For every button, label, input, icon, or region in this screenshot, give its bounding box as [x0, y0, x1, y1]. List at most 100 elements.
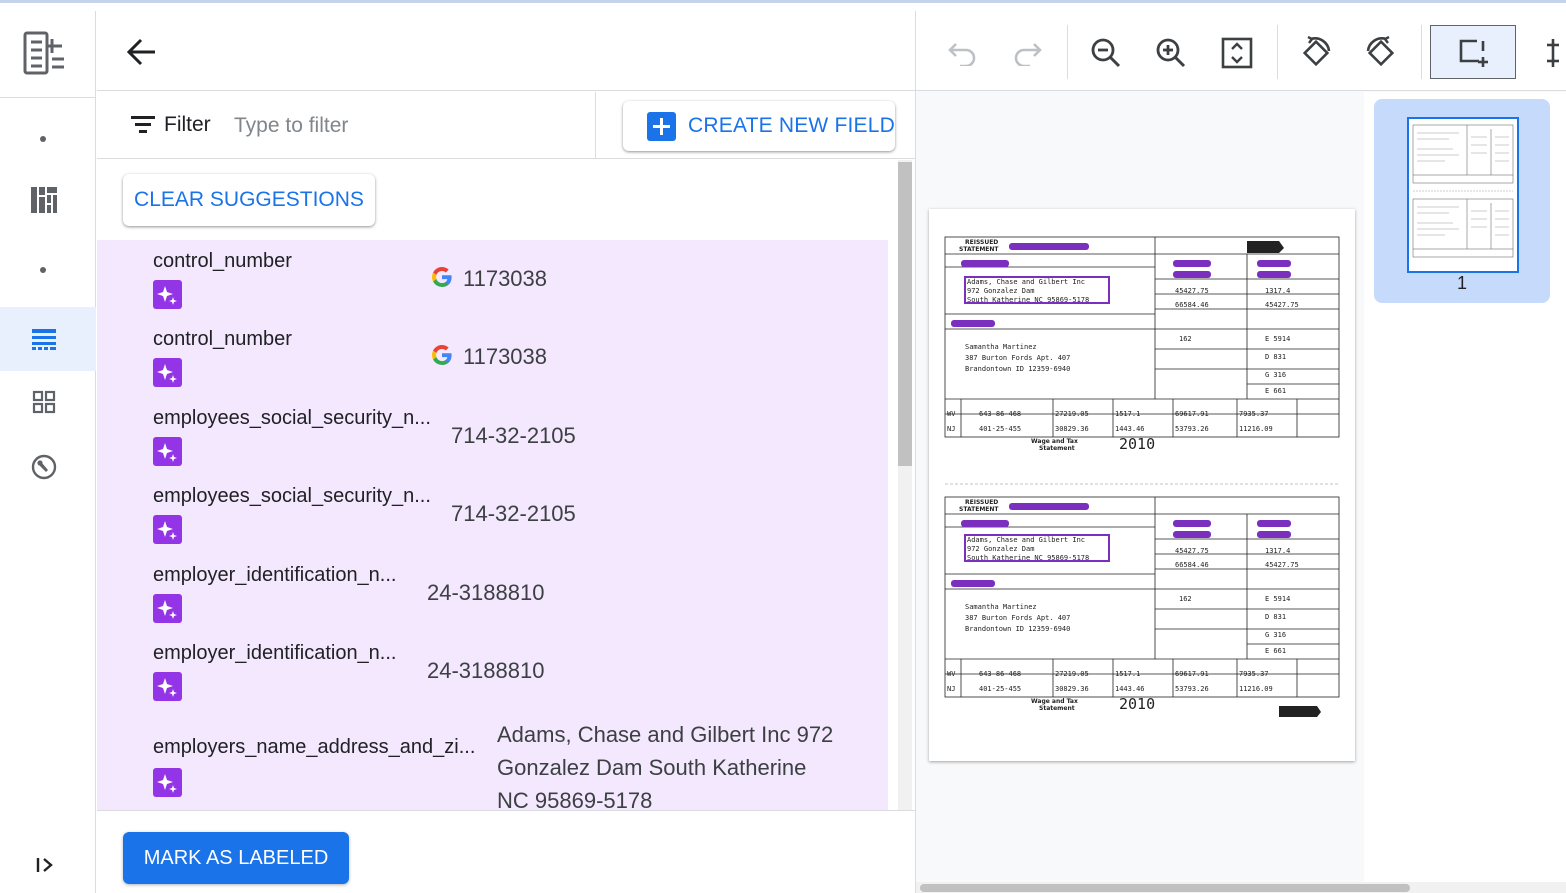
scrollbar-thumb[interactable]	[898, 162, 912, 466]
svg-text:972 Gonzalez Dam: 972 Gonzalez Dam	[967, 287, 1034, 295]
field-name: control_number	[153, 250, 292, 272]
svg-text:27219.05: 27219.05	[1055, 670, 1089, 678]
dashboard-icon[interactable]	[28, 184, 60, 216]
zoom-out-icon[interactable]	[1086, 33, 1126, 73]
horizontal-scrollbar-thumb[interactable]	[920, 884, 1410, 892]
svg-text:45427.75: 45427.75	[1175, 547, 1209, 555]
suggestions-list: control_number 1173038 control_number 11…	[97, 240, 888, 810]
list-item[interactable]: employees_social_security_n... 714-32-21…	[97, 397, 888, 475]
field-value: Adams, Chase and Gilbert Inc 972 Gonzale…	[497, 722, 834, 810]
sparkle-icon[interactable]	[153, 358, 182, 387]
sparkle-icon[interactable]	[153, 768, 182, 797]
settings-wrench-icon[interactable]	[28, 451, 60, 483]
mark-as-labeled-button[interactable]: MARK AS LABELED	[123, 832, 349, 884]
back-arrow-icon[interactable]	[125, 35, 159, 69]
plus-icon	[647, 111, 676, 141]
fields-list-icon[interactable]	[28, 323, 60, 355]
list-item[interactable]: control_number 1173038	[97, 240, 888, 318]
google-icon	[431, 267, 452, 288]
create-new-field-button[interactable]: CREATE NEW FIELD	[623, 101, 895, 151]
rail-dot-icon[interactable]	[40, 267, 46, 273]
svg-text:11216.09: 11216.09	[1239, 685, 1273, 693]
add-box-icon[interactable]	[1453, 33, 1493, 73]
create-new-field-label: CREATE NEW FIELD	[688, 114, 895, 137]
fields-list-area: CLEAR SUGGESTIONS control_number 1173038	[97, 160, 915, 810]
rail-dot-icon[interactable]	[40, 136, 46, 142]
grid-icon[interactable]	[28, 386, 60, 418]
svg-text:387 Burton Fords Apt. 407: 387 Burton Fords Apt. 407	[965, 354, 1070, 362]
list-item[interactable]: employer_identification_n... 24-3188810	[97, 554, 888, 632]
svg-text:401-25-455: 401-25-455	[979, 685, 1021, 693]
list-item[interactable]: control_number 1173038	[97, 318, 888, 396]
page-canvas[interactable]: Adams, Chase and Gilbert Inc 972 Gonzale…	[916, 92, 1364, 882]
fields-panel: Filter CREATE NEW FIELD CLEAR SUGGESTION…	[97, 11, 915, 893]
document-page[interactable]: Adams, Chase and Gilbert Inc 972 Gonzale…	[929, 209, 1355, 761]
page-thumbnail[interactable]: 1	[1374, 99, 1550, 303]
field-name: employer_identification_n...	[153, 642, 397, 664]
rotate-left-icon[interactable]	[1296, 33, 1336, 73]
svg-text:STATEMENT: STATEMENT	[959, 506, 999, 513]
w2-form-image: Adams, Chase and Gilbert Inc 972 Gonzale…	[944, 236, 1340, 717]
sparkle-icon[interactable]	[153, 594, 182, 623]
list-item[interactable]: employees_social_security_n... 714-32-21…	[97, 475, 888, 553]
svg-text:E 5914: E 5914	[1265, 335, 1290, 343]
field-name: employees_social_security_n...	[153, 407, 431, 429]
svg-text:30829.36: 30829.36	[1055, 685, 1089, 693]
expand-rail-icon[interactable]	[34, 853, 58, 877]
redo-icon[interactable]	[1007, 33, 1047, 73]
svg-text:643-86-468: 643-86-468	[979, 670, 1021, 678]
app: Filter CREATE NEW FIELD CLEAR SUGGESTION…	[0, 3, 1566, 893]
svg-text:WV: WV	[947, 410, 956, 418]
toolbar-divider	[1277, 25, 1278, 79]
svg-text:53793.26: 53793.26	[1175, 425, 1209, 433]
field-name: employer_identification_n...	[153, 564, 397, 586]
svg-text:69617.91: 69617.91	[1175, 410, 1209, 418]
svg-text:162: 162	[1179, 595, 1192, 603]
svg-text:2010: 2010	[1119, 695, 1155, 713]
sparkle-icon[interactable]	[153, 437, 182, 466]
field-name: control_number	[153, 328, 292, 350]
field-value: 24-3188810	[427, 580, 545, 605]
svg-text:30829.36: 30829.36	[1055, 425, 1089, 433]
svg-text:45427.75: 45427.75	[1265, 561, 1299, 569]
app-logo-icon[interactable]	[22, 29, 66, 77]
field-name: employers_name_address_and_zi...	[153, 736, 476, 758]
panel-header	[97, 11, 915, 91]
list-item[interactable]: employer_identification_n... 24-3188810	[97, 632, 888, 710]
filter-input[interactable]	[234, 111, 564, 141]
svg-text:NJ: NJ	[947, 685, 955, 693]
svg-text:Statement: Statement	[1039, 445, 1075, 452]
svg-text:Brandontown ID 12359-694: Brandontown ID 12359-6940	[965, 625, 1070, 633]
field-value: 1173038	[463, 266, 548, 291]
svg-text:REISSUED: REISSUED	[965, 239, 998, 246]
document-viewer: Adams, Chase and Gilbert Inc 972 Gonzale…	[915, 11, 1566, 893]
svg-text:1317.4: 1317.4	[1265, 547, 1290, 555]
fit-page-icon[interactable]	[1217, 33, 1257, 73]
svg-text:53793.26: 53793.26	[1175, 685, 1209, 693]
svg-text:45427.75: 45427.75	[1265, 301, 1299, 309]
field-value: 714-32-2105	[451, 423, 576, 448]
rail-divider	[0, 97, 96, 98]
sparkle-icon[interactable]	[153, 672, 182, 701]
sparkle-icon[interactable]	[153, 515, 182, 544]
thumbnail-panel: 1	[1364, 92, 1566, 882]
sparkle-icon[interactable]	[153, 280, 182, 309]
toolbar-divider	[1421, 25, 1422, 79]
svg-text:1443.46: 1443.46	[1115, 685, 1145, 693]
field-value: 1173038	[463, 344, 548, 369]
more-tools-icon[interactable]	[1538, 33, 1566, 73]
svg-text:STATEMENT: STATEMENT	[959, 246, 999, 253]
svg-text:2010: 2010	[1119, 435, 1155, 453]
rotate-right-icon[interactable]	[1361, 33, 1401, 73]
field-name: employees_social_security_n...	[153, 485, 431, 507]
svg-text:South Katherine NC 95869-517: South Katherine NC 95869-5178	[967, 554, 1089, 562]
list-item[interactable]: employers_name_address_and_zi... Adams, …	[97, 714, 888, 810]
filter-icon[interactable]	[131, 114, 155, 134]
undo-icon[interactable]	[943, 33, 983, 73]
svg-text:162: 162	[1179, 335, 1192, 343]
clear-suggestions-button[interactable]: CLEAR SUGGESTIONS	[123, 174, 375, 226]
zoom-in-icon[interactable]	[1151, 33, 1191, 73]
svg-text:Wage and Tax: Wage and Tax	[1031, 698, 1078, 705]
svg-text:E 5914: E 5914	[1265, 595, 1290, 603]
filter-label: Filter	[164, 113, 211, 136]
